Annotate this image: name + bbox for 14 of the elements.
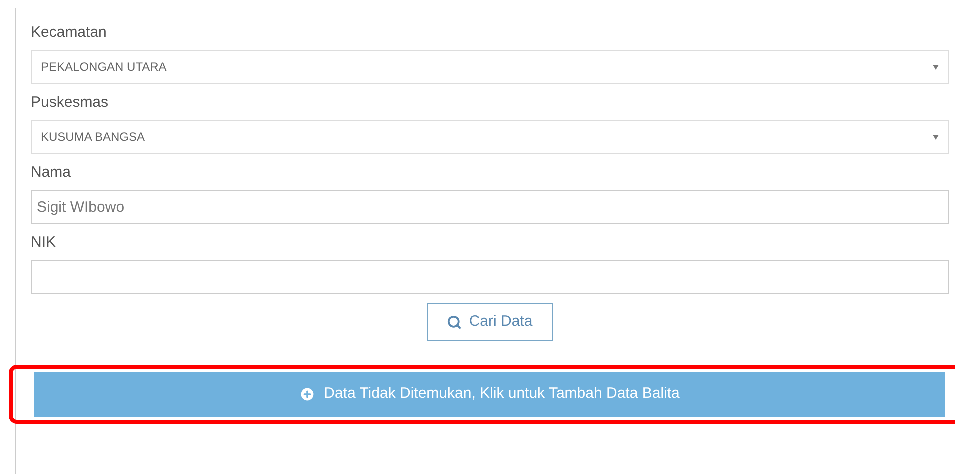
dropdown-arrow-icon: [933, 134, 939, 140]
add-data-button[interactable]: Data Tidak Ditemukan, Klik untuk Tambah Data Balita: [34, 372, 945, 417]
field-label: Kecamatan: [31, 23, 108, 43]
field-label: Puskesmas: [31, 93, 110, 113]
plus-circle-icon: [299, 386, 316, 403]
field-label: Nama: [31, 163, 72, 183]
select-field[interactable]: PEKALONGAN UTARA: [31, 50, 949, 84]
field-label: NIK: [31, 233, 58, 253]
text-field[interactable]: Sigit WIbowo: [31, 190, 949, 224]
select-field[interactable]: KUSUMA BANGSA: [31, 120, 949, 154]
dropdown-arrow-icon: [933, 64, 939, 70]
text-field[interactable]: [31, 260, 949, 294]
search-button[interactable]: Cari Data: [427, 303, 553, 341]
search-icon: [447, 314, 462, 330]
